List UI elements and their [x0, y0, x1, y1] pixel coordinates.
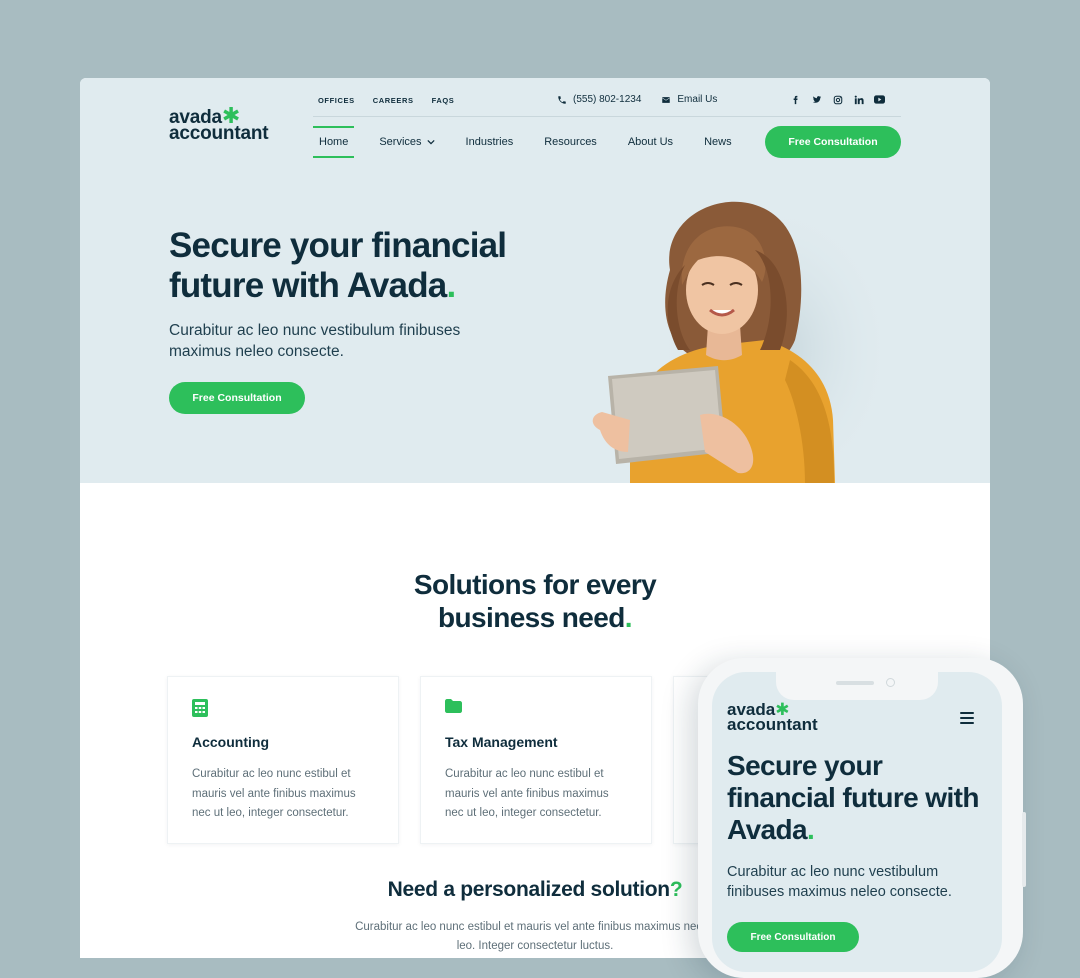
- card-title: Accounting: [192, 734, 269, 750]
- folder-icon: [445, 699, 462, 713]
- solutions-title: Solutions for every business need.: [80, 568, 990, 634]
- mobile-hero-title-dot: .: [807, 814, 815, 845]
- mobile-hero-title-text: Secure your financial future with Avada: [727, 750, 979, 845]
- util-link-faqs[interactable]: FAQS: [432, 96, 455, 105]
- hamburger-menu-icon[interactable]: [960, 712, 974, 727]
- hero-title-dot: .: [446, 266, 456, 305]
- chevron-down-icon: [426, 139, 435, 145]
- solutions-title-line2: business need: [438, 602, 625, 633]
- service-card-accounting[interactable]: Accounting Curabitur ac leo nunc estibul…: [167, 676, 399, 844]
- calculator-icon: [192, 699, 208, 717]
- utility-nav: OFFICES CAREERS FAQS: [318, 96, 472, 105]
- need-solution-text: Curabitur ac leo nunc estibul et mauris …: [355, 921, 715, 952]
- phone-notch: [776, 672, 938, 700]
- nav-item-services[interactable]: Services: [373, 126, 440, 158]
- phone-speaker: [836, 681, 874, 685]
- nav-item-home[interactable]: Home: [313, 126, 355, 158]
- nav-item-services-label: Services: [379, 136, 422, 148]
- card-title: Tax Management: [445, 734, 558, 750]
- instagram-icon[interactable]: [832, 94, 843, 105]
- phone-icon: [558, 95, 566, 104]
- mobile-hero-subtitle: Curabitur ac leo nunc vestibulum finibus…: [727, 864, 952, 900]
- mail-icon: [662, 96, 671, 103]
- mobile-hero-title: Secure your financial future with Avada.: [727, 750, 995, 846]
- mobile-screen: avada✱ accountant Secure your financial …: [712, 672, 1002, 972]
- mobile-logo-line2: accountant: [727, 715, 818, 734]
- phone-camera: [886, 678, 895, 687]
- hero-subtitle: Curabitur ac leo nunc vestibulum finibus…: [169, 322, 461, 360]
- solutions-title-dot: .: [624, 602, 633, 633]
- nav-item-about-us[interactable]: About Us: [622, 126, 679, 158]
- main-nav: Home Services Industries Resources About…: [313, 126, 757, 158]
- contact-bar: (555) 802-1234 Email Us: [557, 94, 737, 105]
- phone-number: (555) 802-1234: [573, 94, 642, 105]
- service-card-tax-management[interactable]: Tax Management Curabitur ac leo nunc est…: [420, 676, 652, 844]
- hero-title: Secure your financial future with Avada.: [169, 226, 529, 306]
- header-divider: [313, 116, 901, 117]
- card-text: Curabitur ac leo nunc estibul et mauris …: [192, 768, 356, 819]
- mobile-logo[interactable]: avada✱ accountant: [727, 701, 818, 734]
- need-title-text: Need a personalized solution: [387, 878, 670, 901]
- hero-free-consultation-button[interactable]: Free Consultation: [169, 382, 305, 414]
- nav-item-resources[interactable]: Resources: [538, 126, 603, 158]
- youtube-icon[interactable]: [874, 94, 885, 105]
- util-link-offices[interactable]: OFFICES: [318, 96, 355, 105]
- nav-free-consultation-button[interactable]: Free Consultation: [765, 126, 901, 158]
- solutions-title-line1: Solutions for every: [413, 569, 657, 600]
- twitter-icon[interactable]: [811, 94, 822, 105]
- social-links: [790, 94, 885, 105]
- util-link-careers[interactable]: CAREERS: [373, 96, 414, 105]
- email-link[interactable]: Email Us: [661, 94, 717, 105]
- nav-item-news[interactable]: News: [698, 126, 738, 158]
- facebook-icon[interactable]: [790, 94, 801, 105]
- card-text: Curabitur ac leo nunc estibul et mauris …: [445, 768, 609, 819]
- phone-side-button: [1022, 812, 1026, 887]
- linkedin-icon[interactable]: [853, 94, 864, 105]
- need-title-mark: ?: [669, 878, 683, 901]
- hero-title-text: Secure your financial future with Avada: [169, 226, 507, 305]
- email-label: Email Us: [677, 94, 718, 105]
- phone-link[interactable]: (555) 802-1234: [557, 94, 641, 105]
- hero-woman-with-tablet-image: [592, 200, 880, 483]
- mobile-preview-phone: avada✱ accountant Secure your financial …: [698, 658, 1023, 978]
- logo-text-line2: accountant: [169, 123, 269, 144]
- site-logo[interactable]: avada✱ accountant: [169, 105, 269, 144]
- nav-item-industries[interactable]: Industries: [460, 126, 520, 158]
- mobile-free-consultation-button[interactable]: Free Consultation: [727, 922, 859, 952]
